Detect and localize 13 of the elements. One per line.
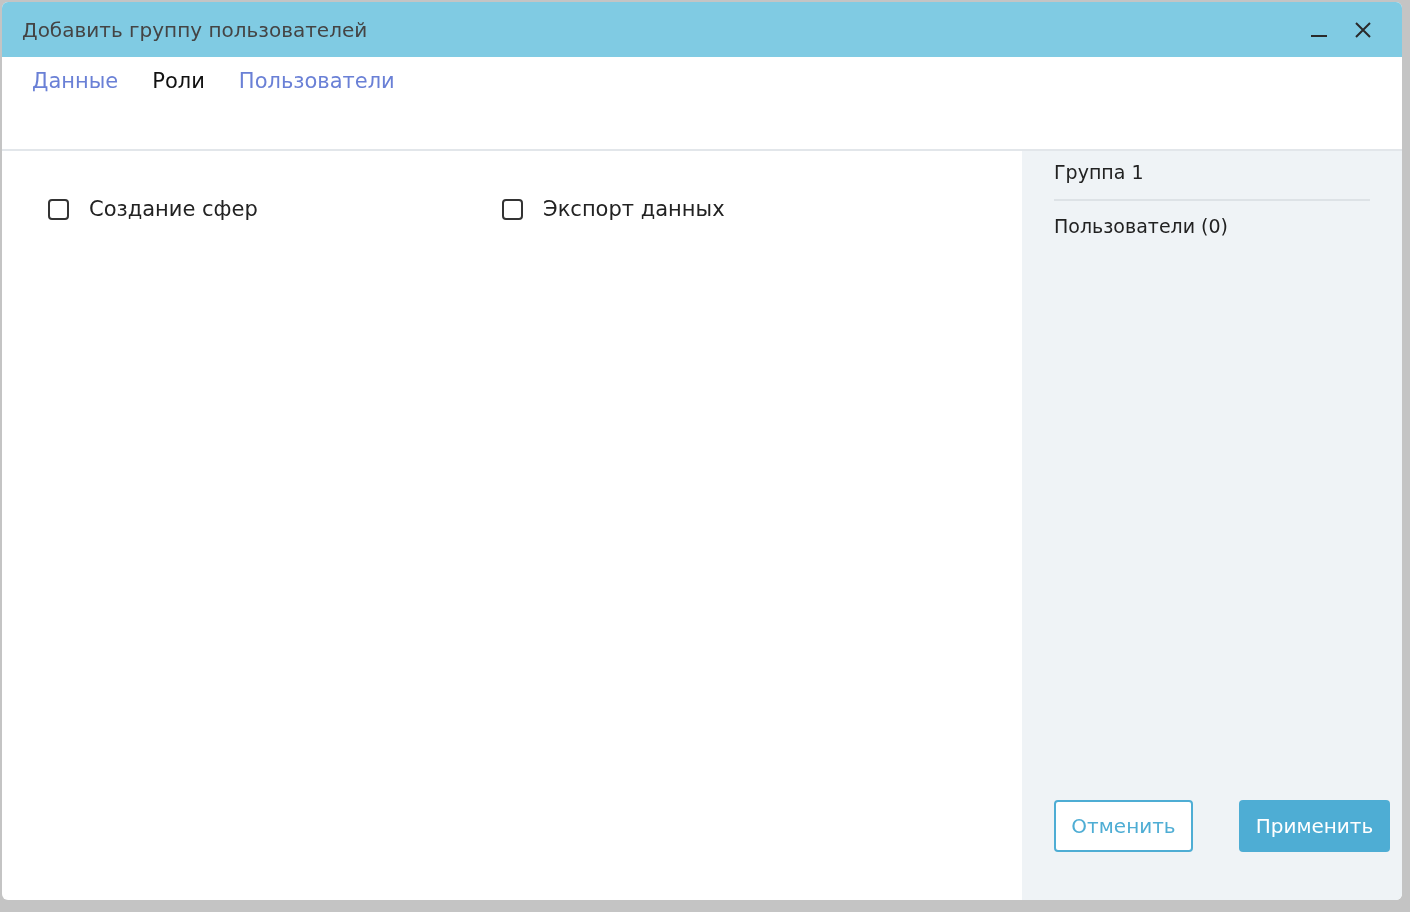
cancel-button[interactable]: Отменить (1054, 800, 1193, 852)
checkbox-label: Экспорт данных (543, 197, 725, 221)
close-icon[interactable] (1354, 20, 1372, 39)
tab[interactable]: Пользователи (238, 69, 395, 93)
users-count: Пользователи (0) (1054, 214, 1230, 237)
checkbox[interactable] (48, 198, 69, 220)
group-name: Группа 1 (1054, 161, 1370, 201)
apply-button[interactable]: Применить (1239, 800, 1390, 852)
checkbox[interactable] (502, 198, 523, 220)
window-title: Добавить группу пользователей (22, 17, 368, 42)
tab[interactable]: Данные (32, 69, 119, 93)
checkbox-label: Создание сфер (89, 197, 258, 221)
tab[interactable]: Роли (152, 69, 205, 93)
